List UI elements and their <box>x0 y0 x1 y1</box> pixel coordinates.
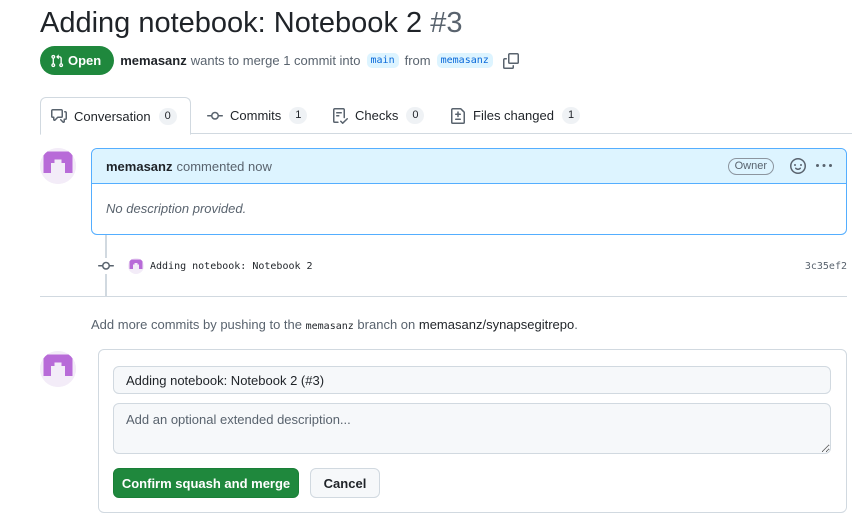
tab-counter: 0 <box>406 107 425 124</box>
push-hint-middle: branch on <box>357 317 416 332</box>
status-label: Open <box>68 53 102 68</box>
tab-commits[interactable]: Commits 1 <box>197 97 317 134</box>
push-hint-prefix: Add more commits by pushing to the <box>91 317 302 332</box>
comment-timestamp[interactable]: commented now <box>176 159 271 174</box>
file-diff-icon <box>450 107 466 124</box>
commit-description-textarea[interactable] <box>113 403 831 454</box>
git-pull-request-icon <box>50 54 64 68</box>
commit-sha-link[interactable]: 3c35ef2 <box>805 261 847 272</box>
comment-header: memasanz commented now Owner <box>92 149 846 184</box>
push-hint-branch: memasanz <box>305 321 354 332</box>
push-hint-repo: memasanz/synapsegitrepo <box>418 317 575 332</box>
base-branch[interactable]: main <box>366 53 399 68</box>
timeline-commit: Adding notebook: Notebook 2 3c35ef2 <box>98 256 847 276</box>
tab-counter: 1 <box>561 107 581 124</box>
comment-body: No description provided. <box>106 201 247 216</box>
commit-message-link[interactable]: Adding notebook: Notebook 2 <box>150 261 313 272</box>
status-badge: Open <box>40 46 115 75</box>
copy-icon[interactable] <box>502 52 519 69</box>
checklist-icon <box>332 107 348 124</box>
tab-label: Commits <box>230 108 282 123</box>
pr-description-comment: memasanz commented now Owner No descript… <box>91 148 847 235</box>
avatar[interactable] <box>40 148 76 184</box>
commit-author-avatar[interactable] <box>128 258 144 274</box>
pr-author-link[interactable]: memasanz <box>120 53 186 68</box>
owner-badge: Owner <box>727 157 774 175</box>
tab-label: Files changed <box>473 108 554 123</box>
pr-title-row: Adding notebook: Notebook 2 #3 <box>40 4 462 42</box>
head-branch[interactable]: memasanz <box>436 53 493 68</box>
tab-counter: 1 <box>289 107 308 124</box>
tab-label: Conversation <box>74 108 151 124</box>
timeline-divider <box>40 296 847 297</box>
push-hint-suffix: . <box>574 317 578 332</box>
cancel-button[interactable]: Cancel <box>310 468 380 498</box>
smiley-icon[interactable] <box>790 158 806 174</box>
comment-author[interactable]: memasanz <box>106 159 172 174</box>
from-text: from <box>404 53 431 68</box>
tab-label: Checks <box>355 108 399 123</box>
pr-title: Adding notebook: Notebook 2 <box>40 7 423 39</box>
push-hint: Add more commits by pushing to the memas… <box>91 317 578 332</box>
pr-meta: Open memasanz wants to merge 1 commit in… <box>40 46 519 75</box>
merge-box: Confirm squash and merge Cancel <box>98 349 847 513</box>
tab-files-changed[interactable]: Files changed 1 <box>440 97 590 134</box>
tab-checks[interactable]: Checks 0 <box>322 97 434 134</box>
git-commit-icon <box>207 108 223 124</box>
tab-counter: 0 <box>158 107 177 125</box>
pr-summary-text: wants to merge 1 commit into <box>190 53 361 68</box>
confirm-squash-merge-button[interactable]: Confirm squash and merge <box>113 468 299 498</box>
comment-discussion-icon <box>51 108 67 124</box>
pr-number: #3 <box>430 7 463 39</box>
avatar[interactable] <box>40 351 76 387</box>
git-commit-icon <box>98 258 114 274</box>
pr-tabs: Conversation 0 Commits 1 Checks 0 Files … <box>40 97 852 135</box>
commit-title-input[interactable] <box>113 366 831 394</box>
tab-conversation[interactable]: Conversation 0 <box>40 97 191 135</box>
kebab-horizontal-icon[interactable] <box>816 158 832 174</box>
